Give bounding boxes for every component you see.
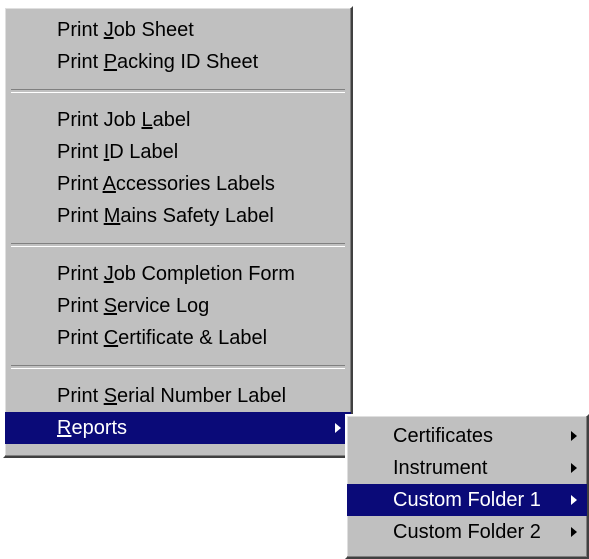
menu-separator (11, 89, 345, 93)
menu-item-print-packing-id-sheet[interactable]: Print Packing ID Sheet (5, 46, 351, 78)
submenu-item-certificates[interactable]: Certificates (347, 420, 587, 452)
submenu-item-custom-folder-1[interactable]: Custom Folder 1 (347, 484, 587, 516)
menu-item-print-job-sheet[interactable]: Print Job Sheet (5, 14, 351, 46)
submenu-item-custom-folder-2[interactable]: Custom Folder 2 (347, 516, 587, 548)
menu-item-print-serial-number-label[interactable]: Print Serial Number Label (5, 380, 351, 412)
menu-item-reports[interactable]: Reports (5, 412, 351, 444)
menu-item-print-job-label[interactable]: Print Job Label (5, 104, 351, 136)
reports-submenu: Certificates Instrument Custom Folder 1 … (345, 414, 589, 559)
triangle-right-icon (571, 431, 577, 441)
triangle-right-icon (335, 423, 341, 433)
triangle-right-icon (571, 495, 577, 505)
submenu-item-instrument[interactable]: Instrument (347, 452, 587, 484)
context-menu: Print Job Sheet Print Packing ID Sheet P… (3, 6, 353, 458)
triangle-right-icon (571, 527, 577, 537)
menu-item-print-service-log[interactable]: Print Service Log (5, 290, 351, 322)
menu-item-print-certificate-and-label[interactable]: Print Certificate & Label (5, 322, 351, 354)
menu-item-print-id-label[interactable]: Print ID Label (5, 136, 351, 168)
menu-separator (11, 243, 345, 247)
menu-item-print-accessories-labels[interactable]: Print Accessories Labels (5, 168, 351, 200)
menu-item-print-job-completion-form[interactable]: Print Job Completion Form (5, 258, 351, 290)
menu-separator (11, 365, 345, 369)
menu-item-print-mains-safety-label[interactable]: Print Mains Safety Label (5, 200, 351, 232)
triangle-right-icon (571, 463, 577, 473)
